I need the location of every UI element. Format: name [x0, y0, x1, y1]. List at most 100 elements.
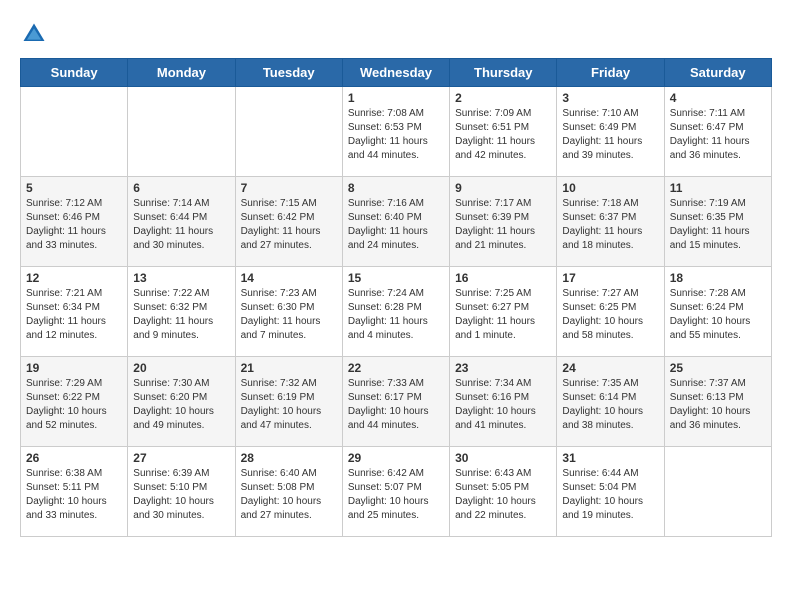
day-number: 20 — [133, 361, 229, 375]
calendar-day-cell — [21, 87, 128, 177]
day-number: 28 — [241, 451, 337, 465]
calendar-day-cell: 5 Sunrise: 7:12 AM Sunset: 6:46 PM Daylig… — [21, 177, 128, 267]
day-info: Sunrise: 7:30 AM Sunset: 6:20 PM Dayligh… — [133, 377, 229, 433]
day-number: 15 — [348, 271, 444, 285]
day-number: 1 — [348, 91, 444, 105]
weekday-header-saturday: Saturday — [664, 59, 771, 87]
day-number: 8 — [348, 181, 444, 195]
calendar-week-row: 19 Sunrise: 7:29 AM Sunset: 6:22 PM Dayli… — [21, 357, 772, 447]
day-number: 31 — [562, 451, 658, 465]
calendar-day-cell: 28 Sunrise: 6:40 AM Sunset: 5:08 PM Dayli… — [235, 447, 342, 537]
weekday-header-thursday: Thursday — [450, 59, 557, 87]
day-number: 29 — [348, 451, 444, 465]
calendar-week-row: 26 Sunrise: 6:38 AM Sunset: 5:11 PM Dayli… — [21, 447, 772, 537]
calendar-day-cell: 8 Sunrise: 7:16 AM Sunset: 6:40 PM Daylig… — [342, 177, 449, 267]
day-info: Sunrise: 6:38 AM Sunset: 5:11 PM Dayligh… — [26, 467, 122, 523]
day-info: Sunrise: 7:15 AM Sunset: 6:42 PM Dayligh… — [241, 197, 337, 253]
day-number: 4 — [670, 91, 766, 105]
day-info: Sunrise: 7:18 AM Sunset: 6:37 PM Dayligh… — [562, 197, 658, 253]
calendar-week-row: 5 Sunrise: 7:12 AM Sunset: 6:46 PM Daylig… — [21, 177, 772, 267]
calendar-day-cell: 9Sunrise: 7:17 AM Sunset: 6:39 PM Daylig… — [450, 177, 557, 267]
logo-icon — [20, 20, 48, 48]
calendar-day-cell: 3Sunrise: 7:10 AM Sunset: 6:49 PM Daylig… — [557, 87, 664, 177]
calendar-day-cell: 22 Sunrise: 7:33 AM Sunset: 6:17 PM Dayli… — [342, 357, 449, 447]
day-number: 25 — [670, 361, 766, 375]
calendar-day-cell: 21 Sunrise: 7:32 AM Sunset: 6:19 PM Dayli… — [235, 357, 342, 447]
day-number: 11 — [670, 181, 766, 195]
day-number: 12 — [26, 271, 122, 285]
day-number: 13 — [133, 271, 229, 285]
calendar-week-row: 1 Sunrise: 7:08 AM Sunset: 6:53 PM Daylig… — [21, 87, 772, 177]
weekday-header-monday: Monday — [128, 59, 235, 87]
day-info: Sunrise: 7:28 AM Sunset: 6:24 PM Dayligh… — [670, 287, 766, 343]
day-number: 18 — [670, 271, 766, 285]
day-number: 14 — [241, 271, 337, 285]
calendar-day-cell: 1 Sunrise: 7:08 AM Sunset: 6:53 PM Daylig… — [342, 87, 449, 177]
day-info: Sunrise: 7:09 AM Sunset: 6:51 PM Dayligh… — [455, 107, 551, 163]
day-info: Sunrise: 7:12 AM Sunset: 6:46 PM Dayligh… — [26, 197, 122, 253]
calendar-day-cell: 7 Sunrise: 7:15 AM Sunset: 6:42 PM Daylig… — [235, 177, 342, 267]
day-info: Sunrise: 7:33 AM Sunset: 6:17 PM Dayligh… — [348, 377, 444, 433]
calendar-day-cell: 13 Sunrise: 7:22 AM Sunset: 6:32 PM Dayli… — [128, 267, 235, 357]
day-info: Sunrise: 6:43 AM Sunset: 5:05 PM Dayligh… — [455, 467, 551, 523]
day-number: 27 — [133, 451, 229, 465]
weekday-header-sunday: Sunday — [21, 59, 128, 87]
weekday-header-tuesday: Tuesday — [235, 59, 342, 87]
day-info: Sunrise: 7:08 AM Sunset: 6:53 PM Dayligh… — [348, 107, 444, 163]
day-info: Sunrise: 7:32 AM Sunset: 6:19 PM Dayligh… — [241, 377, 337, 433]
day-info: Sunrise: 7:29 AM Sunset: 6:22 PM Dayligh… — [26, 377, 122, 433]
day-info: Sunrise: 7:37 AM Sunset: 6:13 PM Dayligh… — [670, 377, 766, 433]
calendar-day-cell: 27Sunrise: 6:39 AM Sunset: 5:10 PM Dayli… — [128, 447, 235, 537]
day-info: Sunrise: 7:35 AM Sunset: 6:14 PM Dayligh… — [562, 377, 658, 433]
day-number: 2 — [455, 91, 551, 105]
calendar-day-cell: 4Sunrise: 7:11 AM Sunset: 6:47 PM Daylig… — [664, 87, 771, 177]
weekday-header-wednesday: Wednesday — [342, 59, 449, 87]
day-info: Sunrise: 6:40 AM Sunset: 5:08 PM Dayligh… — [241, 467, 337, 523]
day-info: Sunrise: 7:23 AM Sunset: 6:30 PM Dayligh… — [241, 287, 337, 343]
calendar-day-cell: 17Sunrise: 7:27 AM Sunset: 6:25 PM Dayli… — [557, 267, 664, 357]
calendar-day-cell — [128, 87, 235, 177]
calendar-day-cell: 11 Sunrise: 7:19 AM Sunset: 6:35 PM Dayli… — [664, 177, 771, 267]
page-header — [20, 20, 772, 48]
day-info: Sunrise: 7:22 AM Sunset: 6:32 PM Dayligh… — [133, 287, 229, 343]
day-number: 16 — [455, 271, 551, 285]
day-info: Sunrise: 7:21 AM Sunset: 6:34 PM Dayligh… — [26, 287, 122, 343]
day-number: 30 — [455, 451, 551, 465]
calendar-week-row: 12 Sunrise: 7:21 AM Sunset: 6:34 PM Dayli… — [21, 267, 772, 357]
calendar-day-cell: 23Sunrise: 7:34 AM Sunset: 6:16 PM Dayli… — [450, 357, 557, 447]
calendar-day-cell: 19 Sunrise: 7:29 AM Sunset: 6:22 PM Dayli… — [21, 357, 128, 447]
day-info: Sunrise: 6:42 AM Sunset: 5:07 PM Dayligh… — [348, 467, 444, 523]
day-info: Sunrise: 7:25 AM Sunset: 6:27 PM Dayligh… — [455, 287, 551, 343]
day-info: Sunrise: 7:16 AM Sunset: 6:40 PM Dayligh… — [348, 197, 444, 253]
day-info: Sunrise: 7:14 AM Sunset: 6:44 PM Dayligh… — [133, 197, 229, 253]
calendar-day-cell: 18 Sunrise: 7:28 AM Sunset: 6:24 PM Dayli… — [664, 267, 771, 357]
calendar-day-cell: 10 Sunrise: 7:18 AM Sunset: 6:37 PM Dayli… — [557, 177, 664, 267]
calendar-day-cell: 6Sunrise: 7:14 AM Sunset: 6:44 PM Daylig… — [128, 177, 235, 267]
day-number: 3 — [562, 91, 658, 105]
weekday-header-friday: Friday — [557, 59, 664, 87]
day-number: 21 — [241, 361, 337, 375]
weekday-header-row: SundayMondayTuesdayWednesdayThursdayFrid… — [21, 59, 772, 87]
calendar-day-cell: 25 Sunrise: 7:37 AM Sunset: 6:13 PM Dayli… — [664, 357, 771, 447]
day-number: 23 — [455, 361, 551, 375]
day-number: 5 — [26, 181, 122, 195]
calendar-day-cell: 29 Sunrise: 6:42 AM Sunset: 5:07 PM Dayli… — [342, 447, 449, 537]
calendar-day-cell: 30 Sunrise: 6:43 AM Sunset: 5:05 PM Dayli… — [450, 447, 557, 537]
calendar-day-cell — [235, 87, 342, 177]
day-info: Sunrise: 7:24 AM Sunset: 6:28 PM Dayligh… — [348, 287, 444, 343]
calendar-day-cell: 24 Sunrise: 7:35 AM Sunset: 6:14 PM Dayli… — [557, 357, 664, 447]
day-number: 19 — [26, 361, 122, 375]
day-info: Sunrise: 7:27 AM Sunset: 6:25 PM Dayligh… — [562, 287, 658, 343]
day-number: 26 — [26, 451, 122, 465]
calendar-day-cell: 16 Sunrise: 7:25 AM Sunset: 6:27 PM Dayli… — [450, 267, 557, 357]
day-number: 7 — [241, 181, 337, 195]
day-number: 24 — [562, 361, 658, 375]
calendar-day-cell: 12 Sunrise: 7:21 AM Sunset: 6:34 PM Dayli… — [21, 267, 128, 357]
day-number: 10 — [562, 181, 658, 195]
logo — [20, 20, 52, 48]
day-info: Sunrise: 7:17 AM Sunset: 6:39 PM Dayligh… — [455, 197, 551, 253]
calendar-day-cell: 26 Sunrise: 6:38 AM Sunset: 5:11 PM Dayli… — [21, 447, 128, 537]
calendar-day-cell: 20 Sunrise: 7:30 AM Sunset: 6:20 PM Dayli… — [128, 357, 235, 447]
day-info: Sunrise: 7:19 AM Sunset: 6:35 PM Dayligh… — [670, 197, 766, 253]
day-number: 22 — [348, 361, 444, 375]
